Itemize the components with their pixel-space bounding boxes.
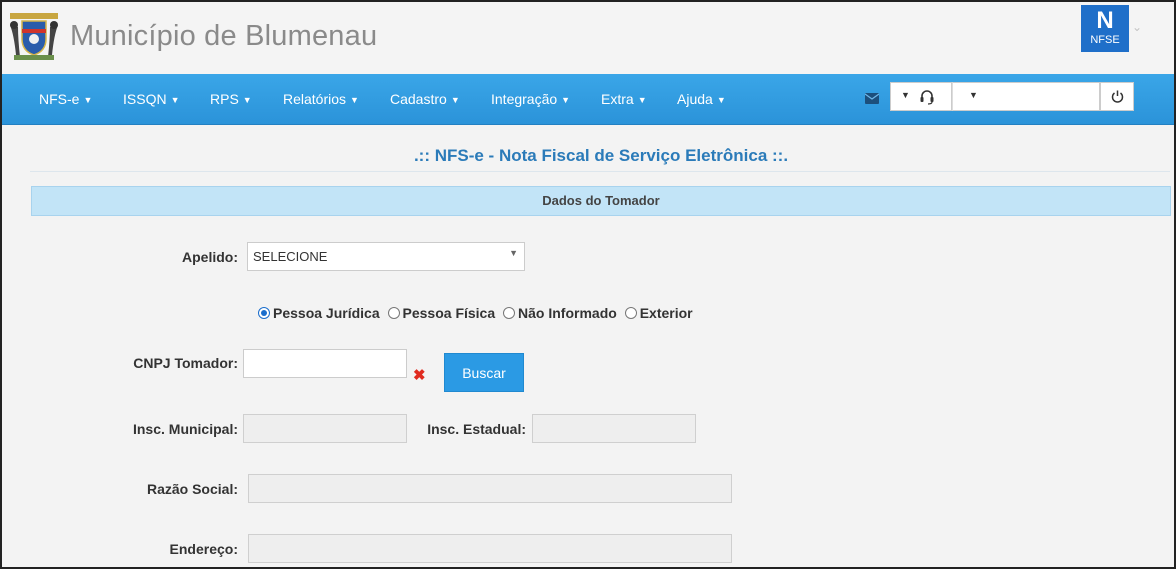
- nav-item-rps[interactable]: RPS ▼: [210, 91, 252, 107]
- caret-down-icon: ▼: [170, 95, 180, 105]
- radio-button[interactable]: [624, 307, 637, 319]
- municipal-crest-logo: [10, 13, 58, 60]
- caret-down-icon: ▼: [509, 248, 518, 258]
- nav-item-relatorios[interactable]: Relatórios ▼: [283, 91, 359, 107]
- radio-button[interactable]: [387, 307, 400, 319]
- caret-down-icon: ▼: [637, 95, 647, 105]
- endereco-label: Endereço:: [169, 541, 238, 557]
- radio-exterior[interactable]: Exterior: [624, 305, 693, 321]
- divider: [30, 171, 1170, 172]
- caret-down-icon: ▼: [83, 95, 93, 105]
- radio-pessoa-juridica[interactable]: Pessoa Jurídica: [258, 305, 380, 321]
- caret-down-icon: ▼: [450, 95, 460, 105]
- nav-item-label: RPS: [210, 91, 239, 107]
- app-header: Município de Blumenau N NFSE ⌄: [0, 0, 1176, 74]
- tipo-pessoa-radio-group: Pessoa Jurídica Pessoa Física Não Inform…: [258, 305, 697, 321]
- radio-label: Pessoa Jurídica: [273, 305, 380, 321]
- headset-icon: [920, 90, 934, 105]
- radio-label: Exterior: [639, 305, 693, 321]
- nav-item-nfse[interactable]: NFS-e ▼: [39, 91, 92, 107]
- nav-item-integracao[interactable]: Integração ▼: [491, 91, 570, 107]
- caret-down-icon: ▼: [350, 95, 359, 105]
- radio-pessoa-fisica[interactable]: Pessoa Física: [387, 305, 496, 321]
- nav-item-ajuda[interactable]: Ajuda ▼: [677, 91, 726, 107]
- razao-social-field: [248, 474, 732, 503]
- radio-button-checked[interactable]: [258, 307, 270, 319]
- caret-down-icon: ▼: [242, 95, 252, 105]
- nav-item-label: Cadastro: [390, 91, 447, 107]
- cnpj-label: CNPJ Tomador:: [133, 355, 238, 371]
- caret-down-icon: ▼: [716, 95, 726, 105]
- nav-item-label: ISSQN: [123, 91, 167, 107]
- nav-item-label: Extra: [601, 91, 634, 107]
- insc-estadual-field: [532, 414, 696, 443]
- razao-social-label: Razão Social:: [146, 481, 238, 497]
- support-dropdown[interactable]: ▼: [890, 82, 952, 111]
- nav-item-label: Ajuda: [677, 91, 713, 107]
- buscar-button[interactable]: Buscar: [444, 353, 524, 392]
- nav-item-label: Relatórios: [283, 91, 347, 107]
- apelido-select[interactable]: SELECIONE ▼: [247, 242, 525, 271]
- nav-item-label: Integração: [491, 91, 558, 107]
- radio-nao-informado[interactable]: Não Informado: [503, 305, 617, 321]
- endereco-field: [248, 534, 732, 563]
- nfse-logo-letter: N: [1096, 7, 1114, 34]
- nfse-logo[interactable]: N NFSE: [1081, 5, 1129, 52]
- caret-down-icon: ▼: [561, 95, 571, 105]
- nav-item-issqn[interactable]: ISSQN ▼: [123, 91, 180, 107]
- app-title: Município de Blumenau: [70, 20, 378, 52]
- caret-down-icon: ▼: [969, 90, 978, 100]
- nav-item-extra[interactable]: Extra ▼: [601, 91, 647, 107]
- mail-icon[interactable]: [865, 93, 879, 104]
- page-title: .:: NFS-e - Nota Fiscal de Serviço Eletr…: [413, 146, 789, 165]
- radio-label: Não Informado: [518, 305, 617, 321]
- radio-label: Pessoa Física: [402, 305, 496, 321]
- apelido-label: Apelido:: [182, 249, 238, 265]
- insc-estadual-label: Insc. Estadual:: [427, 421, 526, 437]
- radio-button[interactable]: [503, 307, 516, 319]
- logout-button[interactable]: [1100, 82, 1134, 111]
- caret-down-icon: ▼: [901, 90, 910, 100]
- power-icon: [1111, 90, 1124, 103]
- user-dropdown[interactable]: ▼: [952, 82, 1100, 111]
- nfse-logo-text: NFSE: [1090, 34, 1120, 46]
- section-header: Dados do Tomador: [31, 186, 1171, 216]
- insc-municipal-label: Insc. Municipal:: [132, 421, 238, 437]
- clear-icon[interactable]: ✖: [413, 366, 426, 384]
- apelido-select-value: SELECIONE: [253, 249, 328, 264]
- nav-item-label: NFS-e: [39, 91, 80, 107]
- cnpj-input[interactable]: [243, 349, 407, 378]
- nav-item-cadastro[interactable]: Cadastro ▼: [390, 91, 460, 107]
- chevron-down-icon[interactable]: ⌄: [1132, 20, 1142, 34]
- insc-municipal-field: [243, 414, 407, 443]
